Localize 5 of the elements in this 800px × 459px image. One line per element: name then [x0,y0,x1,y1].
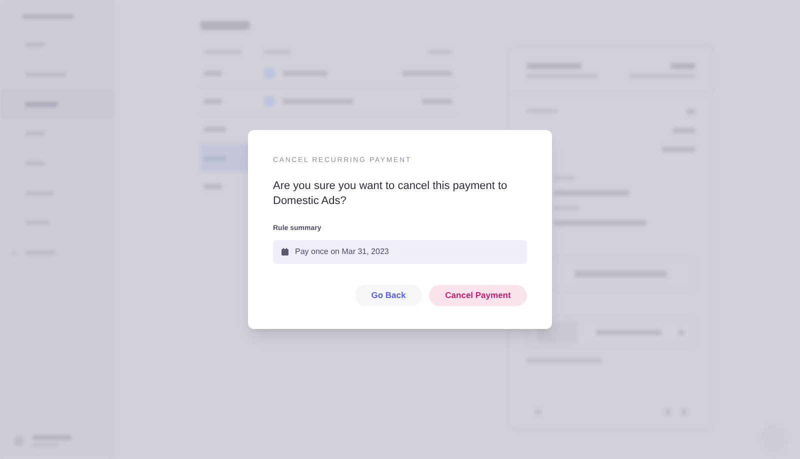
go-back-button[interactable]: Go Back [355,285,422,306]
cancel-payment-button[interactable]: Cancel Payment [429,285,527,306]
calendar-icon [281,248,289,256]
dialog-question: Are you sure you want to cancel this payment to Domestic Ads? [273,178,508,208]
rule-text: Pay once on Mar 31, 2023 [295,246,389,258]
